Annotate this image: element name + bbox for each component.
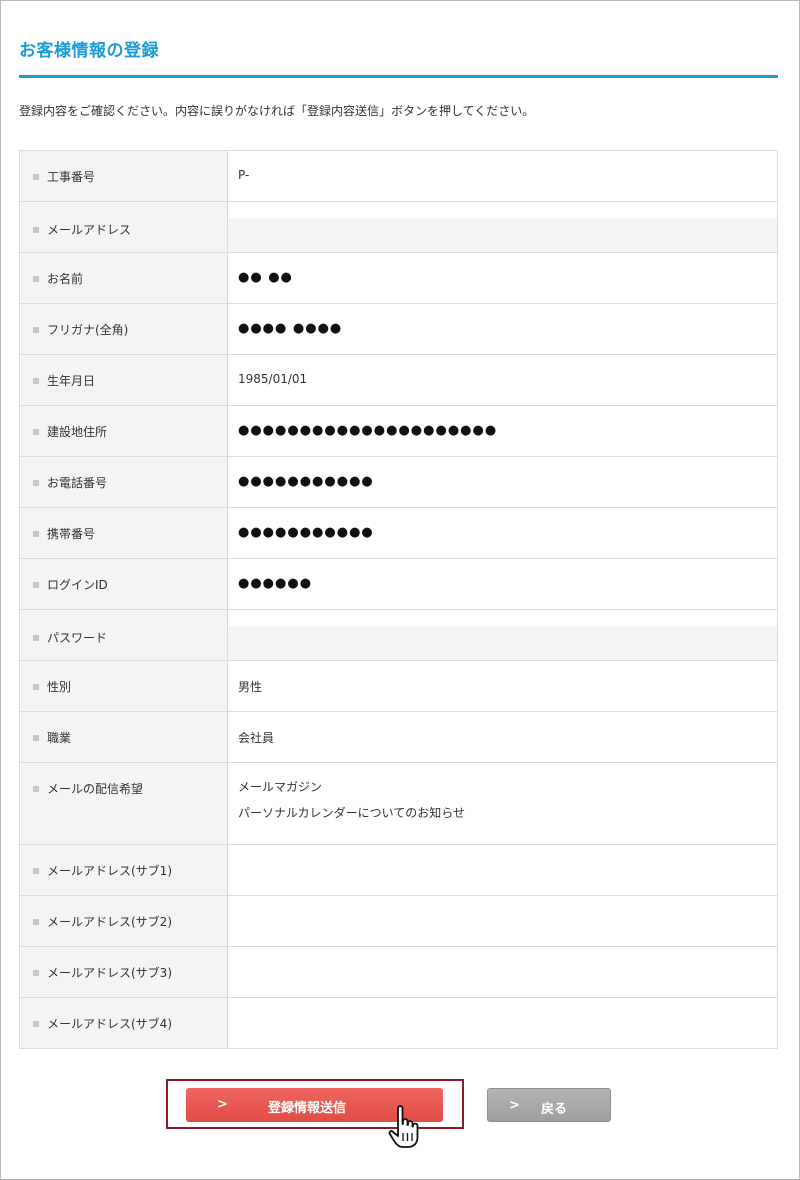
- table-row: パスワード: [19, 609, 778, 661]
- back-button[interactable]: > 戻る: [487, 1088, 611, 1122]
- row-value: ●●●●●●●●●●●: [238, 474, 374, 489]
- table-row: 携帯番号 ●●●●●●●●●●●: [19, 507, 778, 559]
- page-title: お客様情報の登録: [19, 41, 159, 61]
- square-bullet-icon: [33, 327, 39, 333]
- table-row: フリガナ(全角) ●●●● ●●●●: [19, 303, 778, 355]
- square-bullet-icon: [33, 635, 39, 641]
- square-bullet-icon: [33, 276, 39, 282]
- table-row: 建設地住所 ●●●●●●●●●●●●●●●●●●●●●: [19, 405, 778, 457]
- table-row: 職業 会社員: [19, 711, 778, 763]
- row-label: ログインID: [47, 578, 108, 592]
- row-label: 生年月日: [47, 374, 96, 388]
- row-label: メールアドレス(サブ1): [47, 864, 172, 878]
- square-bullet-icon: [33, 582, 39, 588]
- square-bullet-icon: [33, 684, 39, 690]
- row-label: メールの配信希望: [47, 782, 144, 796]
- row-value: ●● ●●: [238, 270, 293, 285]
- submit-button-label: 登録情報送信: [268, 1101, 347, 1116]
- back-button-label: 戻る: [541, 1102, 568, 1117]
- row-value: ●●●● ●●●●: [238, 321, 343, 336]
- row-label: メールアドレス(サブ2): [47, 915, 172, 929]
- square-bullet-icon: [33, 378, 39, 384]
- table-row: メールアドレス: [19, 201, 778, 253]
- row-value: P-: [238, 168, 250, 182]
- square-bullet-icon: [33, 786, 39, 792]
- row-value: ●●●●●●: [238, 576, 313, 591]
- table-row: 工事番号 P-: [19, 150, 778, 202]
- row-value: ●●●●●●●●●●●●●●●●●●●●●: [238, 423, 498, 438]
- row-label: 職業: [47, 731, 72, 745]
- chevron-right-icon: >: [509, 1098, 520, 1113]
- row-label: お名前: [47, 272, 84, 286]
- table-row: メールアドレス(サブ4): [19, 997, 778, 1049]
- row-label: フリガナ(全角): [47, 323, 129, 337]
- square-bullet-icon: [33, 531, 39, 537]
- mail-preference-item: パーソナルカレンダーについてのお知らせ: [238, 806, 466, 820]
- row-value: 男性: [238, 680, 263, 694]
- table-row: 生年月日 1985/01/01: [19, 354, 778, 406]
- square-bullet-icon: [33, 174, 39, 180]
- square-bullet-icon: [33, 1021, 39, 1027]
- table-row: 性別 男性: [19, 660, 778, 712]
- row-label: 性別: [47, 680, 72, 694]
- chevron-right-icon: >: [217, 1097, 228, 1112]
- mail-preference-item: メールマガジン: [238, 780, 323, 794]
- row-label: メールアドレス(サブ4): [47, 1017, 172, 1031]
- title-divider: [19, 75, 778, 78]
- square-bullet-icon: [33, 227, 39, 233]
- row-value: 会社員: [238, 731, 275, 745]
- square-bullet-icon: [33, 480, 39, 486]
- square-bullet-icon: [33, 970, 39, 976]
- table-row: お名前 ●● ●●: [19, 252, 778, 304]
- square-bullet-icon: [33, 429, 39, 435]
- row-value: 1985/01/01: [238, 372, 308, 386]
- square-bullet-icon: [33, 735, 39, 741]
- row-label: 携帯番号: [47, 527, 96, 541]
- row-label: 工事番号: [47, 170, 96, 184]
- confirmation-table: 工事番号 P- メールアドレス お名前 ●● ●● フリガナ(全角) ●●●● …: [19, 150, 778, 1049]
- table-row: お電話番号 ●●●●●●●●●●●: [19, 456, 778, 508]
- square-bullet-icon: [33, 919, 39, 925]
- table-row: ログインID ●●●●●●: [19, 558, 778, 610]
- row-label: お電話番号: [47, 476, 108, 490]
- table-row: メールアドレス(サブ1): [19, 844, 778, 896]
- row-label: パスワード: [47, 631, 108, 645]
- row-value: ●●●●●●●●●●●: [238, 525, 374, 540]
- instruction-text: 登録内容をご確認ください。内容に誤りがなければ「登録内容送信」ボタンを押してくだ…: [19, 104, 535, 118]
- row-label: メールアドレス(サブ3): [47, 966, 172, 980]
- row-label: 建設地住所: [47, 425, 108, 439]
- table-row: メールアドレス(サブ3): [19, 946, 778, 998]
- hand-pointer-icon: [388, 1105, 419, 1148]
- row-label: メールアドレス: [47, 223, 132, 237]
- table-row: メールの配信希望 メールマガジン パーソナルカレンダーについてのお知らせ: [19, 762, 778, 845]
- table-row: メールアドレス(サブ2): [19, 895, 778, 947]
- square-bullet-icon: [33, 868, 39, 874]
